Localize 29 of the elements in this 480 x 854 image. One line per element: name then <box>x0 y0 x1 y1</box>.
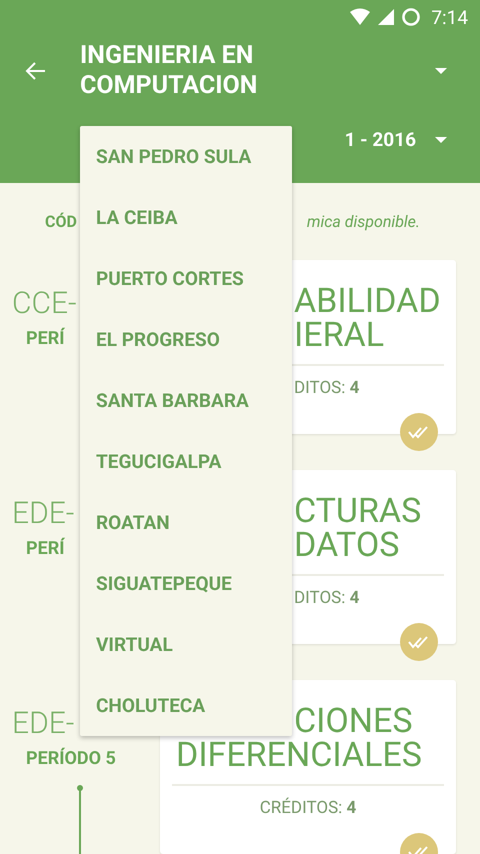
course-period: PERÍODO 5 <box>26 748 116 769</box>
course-title: CIONES <box>294 704 413 738</box>
course-period: PERÍ <box>26 328 65 349</box>
course-period: PERÍ <box>26 538 65 559</box>
timeline-line <box>77 785 83 854</box>
menu-item[interactable]: LA CEIBA <box>80 187 292 248</box>
period-selector[interactable]: 1 - 2016 <box>344 128 448 151</box>
double-check-icon <box>408 635 430 649</box>
course-title: DATOS <box>294 528 400 562</box>
caret-icon <box>434 136 448 144</box>
menu-item[interactable]: SAN PEDRO SULA <box>80 126 292 187</box>
course-code: CCE- <box>12 285 77 323</box>
course-code: EDE- <box>12 495 74 533</box>
credits-text: DITOS: 4 <box>294 378 360 398</box>
credits-text: DITOS: 4 <box>294 588 360 608</box>
caret-icon <box>434 67 448 75</box>
credits-text: CRÉDITOS: 4 <box>260 798 356 818</box>
course-title: ABILIDAD <box>294 284 441 318</box>
course-title: CTURAS <box>294 494 422 528</box>
code-label: CÓD <box>45 212 77 231</box>
course-title: DIFERENCIALES <box>176 738 422 772</box>
double-check-icon <box>408 425 430 439</box>
course-code: EDE- <box>12 705 74 743</box>
wifi-icon <box>349 8 372 26</box>
status-time: 7:14 <box>431 6 468 28</box>
notice-text: mica disponible. <box>306 212 420 231</box>
toolbar-title: INGENIERIA EN COMPUTACION <box>80 41 258 101</box>
signal-icon <box>377 8 396 26</box>
course-title: IERAL <box>294 318 384 352</box>
